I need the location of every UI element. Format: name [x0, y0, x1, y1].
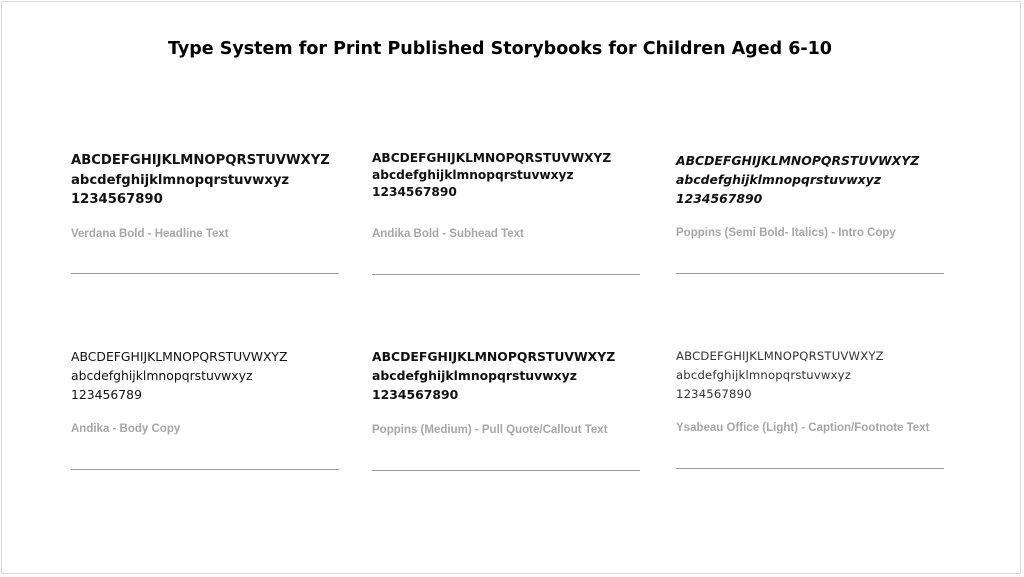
- page-title: Type System for Print Published Storyboo…: [168, 39, 832, 59]
- specimen-ysabeau-light: ABCDEFGHIJKLMNOPQRSTUVWXYZ abcdefghijklm…: [676, 347, 951, 469]
- specimen-lowercase: abcdefghijklmnopqrstuvwxyz: [71, 172, 290, 188]
- slide-frame: [1, 1, 1021, 574]
- specimen-caption: Poppins (Medium) - Pull Quote/Callout Te…: [372, 424, 608, 436]
- specimen-uppercase: ABCDEFGHIJKLMNOPQRSTUVWXYZ: [372, 151, 612, 165]
- divider-rule: [372, 274, 640, 275]
- specimen-numerals: 1234567890: [372, 387, 459, 402]
- specimen-numerals: 1234567890: [676, 387, 752, 401]
- divider-rule: [372, 470, 640, 471]
- specimen-uppercase: ABCDEFGHIJKLMNOPQRSTUVWXYZ: [676, 349, 884, 363]
- specimen-caption: Verdana Bold - Headline Text: [71, 228, 229, 240]
- specimen-caption: Andika - Body Copy: [71, 423, 181, 435]
- specimen-uppercase: ABCDEFGHIJKLMNOPQRSTUVWXYZ: [71, 153, 330, 168]
- specimen-andika-bold: ABCDEFGHIJKLMNOPQRSTUVWXYZ abcdefghijklm…: [372, 150, 647, 275]
- specimen-andika-regular: ABCDEFGHIJKLMNOPQRSTUVWXYZ abcdefghijklm…: [71, 347, 346, 470]
- specimen-lowercase: abcdefghijklmnopqrstuvwxyz: [372, 368, 577, 383]
- specimen-lowercase: abcdefghijklmnopqrstuvwxyz: [676, 172, 881, 187]
- divider-rule: [676, 468, 944, 469]
- specimen-poppins-semibold-italic: ABCDEFGHIJKLMNOPQRSTUVWXYZ abcdefghijklm…: [676, 151, 951, 274]
- specimen-caption: Andika Bold - Subhead Text: [372, 228, 524, 240]
- specimen-verdana-bold: ABCDEFGHIJKLMNOPQRSTUVWXYZ abcdefghijklm…: [71, 151, 346, 274]
- specimen-lowercase: abcdefghijklmnopqrstuvwxyz: [676, 368, 852, 382]
- specimen-uppercase: ABCDEFGHIJKLMNOPQRSTUVWXYZ: [71, 349, 288, 364]
- specimen-numerals: 1234567890: [676, 191, 763, 206]
- specimen-caption: Ysabeau Office (Light) - Caption/Footnot…: [676, 422, 930, 434]
- specimen-uppercase: ABCDEFGHIJKLMNOPQRSTUVWXYZ: [676, 153, 920, 168]
- divider-rule: [71, 273, 339, 274]
- specimen-numerals: 123456789: [71, 387, 142, 402]
- specimen-lowercase: abcdefghijklmnopqrstuvwxyz: [71, 368, 253, 383]
- specimen-numerals: 1234567890: [372, 185, 457, 199]
- divider-rule: [71, 469, 339, 470]
- divider-rule: [676, 273, 944, 274]
- specimen-uppercase: ABCDEFGHIJKLMNOPQRSTUVWXYZ: [372, 349, 616, 364]
- specimen-numerals: 1234567890: [71, 192, 163, 207]
- specimen-caption: Poppins (Semi Bold- Italics) - Intro Cop…: [676, 227, 896, 239]
- specimen-poppins-medium: ABCDEFGHIJKLMNOPQRSTUVWXYZ abcdefghijklm…: [372, 347, 647, 471]
- specimen-lowercase: abcdefghijklmnopqrstuvwxyz: [372, 168, 574, 182]
